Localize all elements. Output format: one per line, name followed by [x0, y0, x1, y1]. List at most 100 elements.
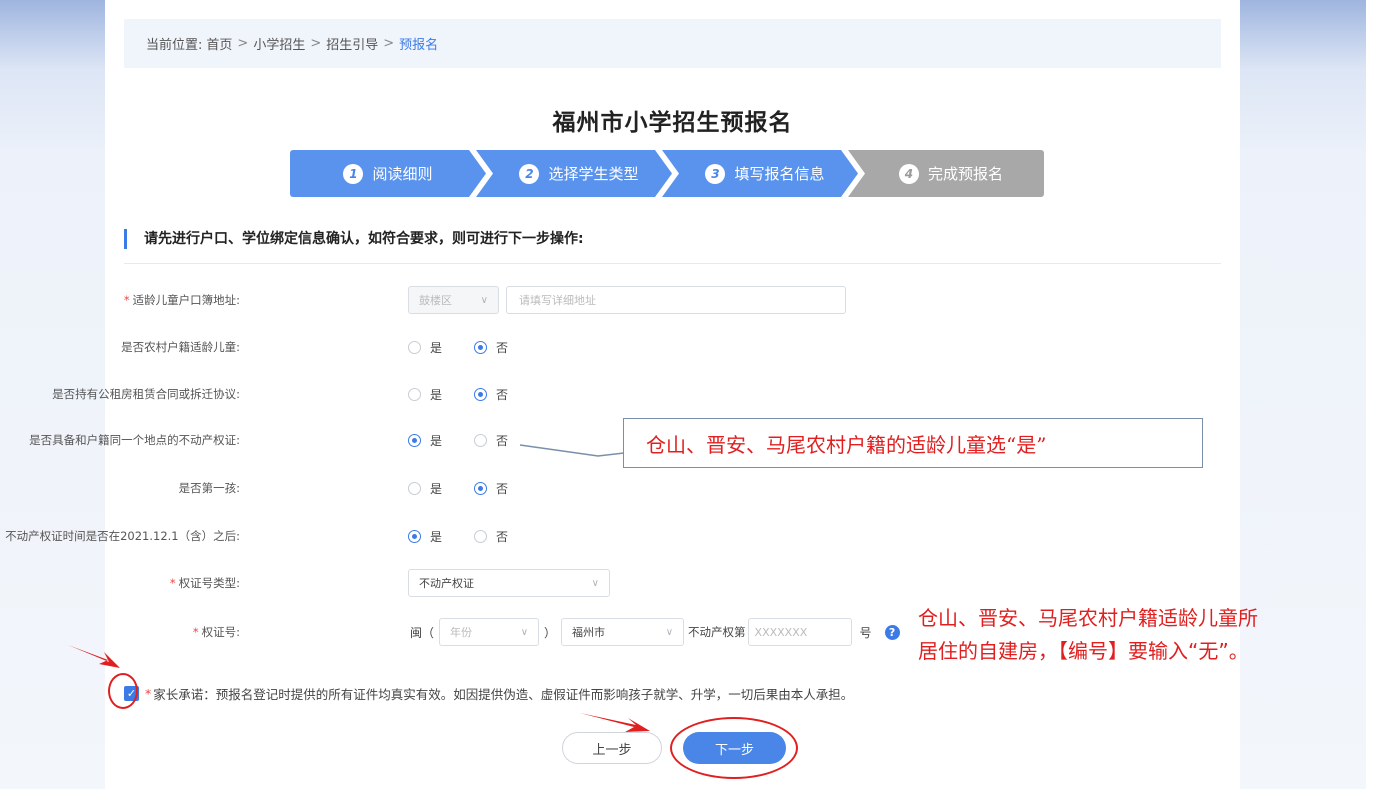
breadcrumb-primary-enrollment[interactable]: 小学招生 — [253, 34, 305, 53]
radio-label: 是 — [430, 433, 443, 448]
year-placeholder: 年份 — [450, 626, 473, 639]
parent-promise: ✓ * 家长承诺：预报名登记时提供的所有证件均真实有效。如因提供伪造、虚假证件而… — [124, 682, 853, 704]
step-label: 阅读细则 — [372, 165, 433, 183]
number-placeholder: XXXXXXX — [754, 625, 808, 639]
page-background-strip — [1366, 0, 1399, 789]
radio-dot — [408, 529, 421, 543]
required-mark: * — [145, 685, 152, 701]
radio-label: 是 — [430, 481, 443, 496]
promise-text: 家长承诺：预报名登记时提供的所有证件均真实有效。如因提供伪造、虚假证件而影响孩子… — [153, 686, 854, 702]
step-number-badge: 1 — [343, 163, 364, 184]
cert-prefix: 闽（ — [410, 625, 435, 640]
cert-type-label: 权证号类型: — [178, 576, 240, 590]
step-label: 填写报名信息 — [734, 165, 825, 183]
step-progress: 1 阅读细则 2 选择学生类型 3 填写报名信息 4 完成预报名 — [290, 150, 1044, 197]
cert-city-select[interactable]: 福州市 ∨ — [561, 618, 685, 646]
city-value: 福州市 — [572, 626, 606, 639]
radio-property-yes[interactable]: 是 — [408, 432, 442, 449]
radio-rural-no[interactable]: 否 — [474, 339, 508, 356]
cert-date-label: 不动产权证时间是否在2021.12.1（含）之后: — [5, 529, 240, 543]
radio-dot — [408, 340, 421, 354]
cert-close-paren: ） — [544, 625, 557, 640]
radio-cert-date-no[interactable]: 否 — [474, 528, 508, 545]
radio-label: 是 — [430, 387, 443, 402]
form-row-rural: 是否农村户籍适龄儿童: 是 否 — [0, 332, 1240, 362]
radio-rent-no[interactable]: 否 — [474, 386, 508, 403]
field-label: * 权证号: — [193, 617, 240, 647]
radio-first-child-no[interactable]: 否 — [474, 480, 508, 497]
breadcrumb-home[interactable]: 首页 — [206, 34, 232, 53]
required-mark: * — [169, 576, 176, 590]
first-child-label: 是否第一孩: — [178, 481, 240, 495]
property-label: 是否具备和户籍同一个地点的不动产权证: — [29, 433, 240, 447]
side-annotation-line: 居住的自建房，【编号】要输入“无”。 — [918, 639, 1249, 663]
radio-dot — [474, 481, 488, 495]
form-row-cert-date: 不动产权证时间是否在2021.12.1（含）之后: 是 否 — [0, 521, 1240, 551]
side-annotation-line: 仓山、晋安、马尾农村户籍适龄儿童所 — [918, 606, 1258, 630]
cert-number-input[interactable]: XXXXXXX — [747, 618, 852, 646]
prev-button[interactable]: 上一步 — [562, 732, 662, 764]
address-placeholder: 请填写详细地址 — [519, 294, 596, 307]
radio-label: 否 — [496, 340, 509, 355]
step-label: 选择学生类型 — [548, 165, 639, 183]
step-number-badge: 2 — [519, 163, 540, 184]
radio-label: 否 — [496, 529, 509, 544]
breadcrumb-prefix: 当前位置: — [146, 38, 203, 53]
radio-cert-date-yes[interactable]: 是 — [408, 528, 442, 545]
radio-dot — [474, 529, 488, 543]
breadcrumb-current: 预报名 — [399, 38, 439, 53]
page-title: 福州市小学招生预报名 — [552, 110, 793, 136]
radio-first-child-yes[interactable]: 是 — [408, 480, 442, 497]
field-label: * 适龄儿童户口簿地址: — [124, 285, 240, 315]
breadcrumb-separator: > — [310, 36, 322, 51]
help-icon[interactable]: ? — [884, 624, 900, 640]
cert-middle-text: 不动产权第 — [688, 625, 746, 639]
cert-type-select[interactable]: 不动产权证 ∨ — [408, 569, 610, 597]
rent-label: 是否持有公租房租赁合同或拆迁协议: — [52, 387, 240, 401]
cert-suffix: 号 — [859, 625, 872, 640]
radio-dot — [474, 340, 488, 354]
breadcrumb: 当前位置: 首页 > 小学招生 > 招生引导 > 预报名 — [124, 19, 1221, 68]
radio-dot — [408, 387, 421, 401]
chevron-down-icon: ∨ — [591, 577, 599, 589]
breadcrumb-separator: > — [383, 36, 395, 51]
district-value: 鼓楼区 — [419, 294, 452, 307]
step-choose-type: 2 选择学生类型 — [476, 150, 672, 197]
district-select[interactable]: 鼓楼区 ∨ — [408, 286, 499, 314]
radio-dot — [474, 433, 488, 447]
field-label: * 权证号类型: — [170, 568, 240, 598]
side-annotation: 仓山、晋安、马尾农村户籍适龄儿童所 居住的自建房，【编号】要输入“无”。 — [918, 602, 1398, 668]
radio-dot — [408, 433, 421, 447]
breadcrumb-separator: > — [237, 36, 249, 51]
step-number-badge: 3 — [705, 163, 726, 184]
radio-dot — [408, 481, 421, 495]
cert-type-value: 不动产权证 — [419, 577, 474, 590]
radio-rural-yes[interactable]: 是 — [408, 339, 442, 356]
cert-number-label: 权证号: — [201, 625, 240, 639]
radio-label: 否 — [496, 387, 509, 402]
radio-label: 否 — [496, 433, 509, 448]
step-number-badge: 4 — [898, 163, 919, 184]
form-row-rent: 是否持有公租房租赁合同或拆迁协议: 是 否 — [0, 379, 1240, 409]
step-label: 完成预报名 — [927, 165, 1003, 183]
callout-box: 仓山、晋安、马尾农村户籍的适龄儿童选“是” — [623, 418, 1203, 468]
radio-label: 否 — [496, 481, 509, 496]
chevron-down-icon: ∨ — [665, 626, 674, 638]
required-mark: * — [123, 293, 130, 307]
cert-year-select[interactable]: 年份 ∨ — [439, 618, 540, 646]
radio-rent-yes[interactable]: 是 — [408, 386, 442, 403]
step-complete: 4 完成预报名 — [848, 150, 1044, 197]
rural-label: 是否农村户籍适龄儿童: — [121, 340, 240, 354]
divider — [124, 263, 1221, 264]
highlight-circle — [670, 717, 798, 779]
step-read-rules: 1 阅读细则 — [290, 150, 486, 197]
breadcrumb-guide[interactable]: 招生引导 — [326, 34, 378, 53]
address-detail-input[interactable]: 请填写详细地址 — [506, 286, 846, 314]
required-mark: * — [192, 625, 199, 639]
radio-property-no[interactable]: 否 — [474, 432, 508, 449]
radio-label: 是 — [430, 340, 443, 355]
form-row-cert-type: * 权证号类型: 不动产权证 ∨ — [0, 568, 1240, 598]
chevron-down-icon: ∨ — [480, 294, 488, 306]
radio-dot — [474, 387, 488, 401]
highlight-circle — [108, 673, 138, 709]
